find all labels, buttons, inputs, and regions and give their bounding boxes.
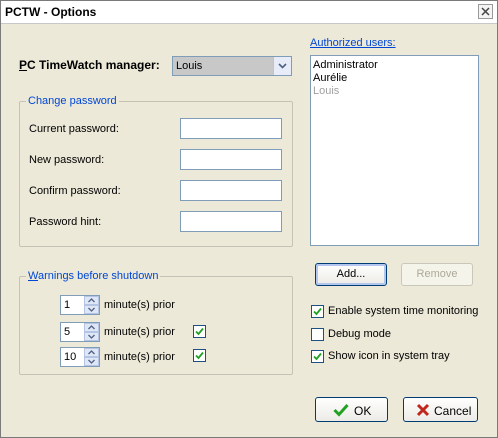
manager-selected-value: Louis (173, 57, 274, 75)
list-item[interactable]: Aurélie (313, 72, 476, 85)
list-item[interactable]: Administrator (313, 59, 476, 72)
warning-enable-checkbox-3[interactable] (193, 349, 206, 362)
debug-mode-checkbox[interactable] (311, 328, 324, 341)
change-password-title: Change password (26, 95, 119, 107)
manager-combo[interactable]: Louis (172, 56, 292, 76)
remove-user-button-label: Remove (416, 268, 458, 280)
tray-icon-label[interactable]: Show icon in system tray (328, 350, 450, 362)
chevron-down-icon (278, 63, 287, 69)
list-item[interactable]: Louis (313, 85, 476, 98)
arrow-up-icon (88, 350, 95, 355)
remove-user-button[interactable]: Remove (401, 263, 473, 286)
monitoring-checkbox[interactable] (311, 305, 324, 318)
warning-minutes-stepper-2[interactable]: 5 (60, 322, 100, 342)
stepper-down-button[interactable] (84, 357, 99, 366)
stepper-down-button[interactable] (84, 305, 99, 314)
close-button[interactable] (478, 4, 493, 19)
add-user-button-label: Add... (336, 268, 366, 280)
monitoring-label[interactable]: Enable system time monitoring (328, 305, 478, 317)
warning-unit-label: minute(s) prior (104, 299, 175, 311)
password-hint-field[interactable] (180, 211, 282, 232)
arrow-down-icon (88, 359, 95, 364)
change-password-group: Change password Current password: New pa… (19, 95, 293, 247)
manager-label: PC TimeWatch manager: (19, 58, 160, 72)
arrow-up-icon (88, 298, 95, 303)
warnings-title: Warnings before shutdown (26, 270, 161, 282)
confirm-password-field[interactable] (180, 180, 282, 201)
arrow-down-icon (88, 334, 95, 339)
debug-mode-label[interactable]: Debug mode (328, 328, 391, 340)
warning-unit-label: minute(s) prior (104, 351, 175, 363)
window-title: PCTW - Options (5, 5, 97, 19)
title-bar: PCTW - Options (1, 1, 497, 24)
authorized-users-list[interactable]: Administrator Aurélie Louis (310, 55, 479, 246)
stepper-up-button[interactable] (84, 323, 99, 332)
tray-icon-checkbox[interactable] (311, 350, 324, 363)
checkmark-icon (313, 307, 322, 316)
ok-button-label: OK (354, 404, 372, 418)
warnings-group: Warnings before shutdown 1 minute(s) pri… (19, 270, 293, 375)
warning-unit-label: minute(s) prior (104, 326, 175, 338)
warning-enable-checkbox-2[interactable] (193, 325, 206, 338)
current-password-field[interactable] (180, 118, 282, 139)
ok-button[interactable]: OK (315, 397, 388, 422)
authorized-users-label: Authorized users: (310, 37, 396, 49)
warning-minutes-value: 5 (64, 326, 71, 338)
warning-minutes-value: 10 (64, 351, 77, 363)
close-icon (481, 7, 490, 16)
new-password-field[interactable] (180, 149, 282, 170)
cancel-button-label: Cancel (434, 404, 472, 418)
stepper-down-button[interactable] (84, 332, 99, 341)
check-icon (333, 403, 349, 417)
new-password-label: New password: (29, 154, 105, 166)
warning-minutes-stepper-1[interactable]: 1 (60, 295, 100, 315)
stepper-up-button[interactable] (84, 296, 99, 305)
confirm-password-label: Confirm password: (29, 185, 121, 197)
checkmark-icon (195, 327, 204, 336)
cancel-button[interactable]: Cancel (403, 397, 478, 422)
checkmark-icon (195, 351, 204, 360)
options-dialog: PCTW - Options PC TimeWatch manager: Lou… (0, 0, 498, 438)
cancel-x-icon (416, 403, 430, 417)
add-user-button[interactable]: Add... (315, 263, 387, 286)
arrow-up-icon (88, 325, 95, 330)
password-hint-label: Password hint: (29, 216, 102, 228)
arrow-down-icon (88, 307, 95, 312)
current-password-label: Current password: (29, 123, 119, 135)
stepper-up-button[interactable] (84, 348, 99, 357)
warning-minutes-value: 1 (64, 299, 71, 311)
warning-minutes-stepper-3[interactable]: 10 (60, 347, 100, 367)
combo-dropdown-button[interactable] (273, 57, 291, 75)
checkmark-icon (313, 352, 322, 361)
